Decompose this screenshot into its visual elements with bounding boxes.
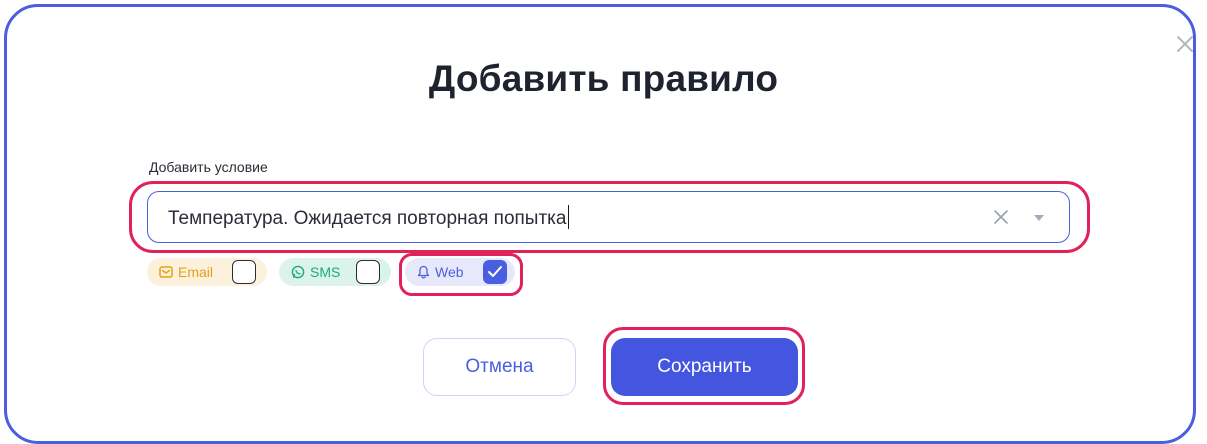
condition-value: Температура. Ожидается повторная попытка [168,208,567,229]
channel-email-checkbox[interactable] [232,260,256,284]
close-icon [1177,36,1193,52]
channel-sms-checkbox[interactable] [356,260,380,284]
bell-icon [417,265,430,279]
channel-web-checkbox[interactable] [483,260,507,284]
dialog-title: Добавить правило [428,58,779,99]
mail-icon [159,266,173,278]
text-caret [568,205,570,229]
save-button[interactable]: Сохранить [611,338,798,396]
condition-value-wrap[interactable]: Температура. Ожидается повторная попытка [168,205,570,230]
channel-sms-label: SMS [310,264,341,280]
condition-select[interactable]: Температура. Ожидается повторная попытка [147,191,1070,243]
channel-web[interactable]: Web [405,258,515,286]
chevron-down-icon[interactable] [1033,214,1045,222]
channel-email[interactable]: Email [147,258,267,286]
check-icon [488,266,502,277]
chat-icon [291,265,305,279]
channel-sms[interactable]: SMS [279,258,391,286]
cancel-button[interactable]: Отмена [423,338,576,396]
channel-email-label: Email [178,264,214,280]
condition-label: Добавить условие [149,159,268,175]
clear-icon[interactable] [993,209,1009,225]
channel-web-label: Web [435,264,464,280]
close-button[interactable] [1173,32,1197,56]
